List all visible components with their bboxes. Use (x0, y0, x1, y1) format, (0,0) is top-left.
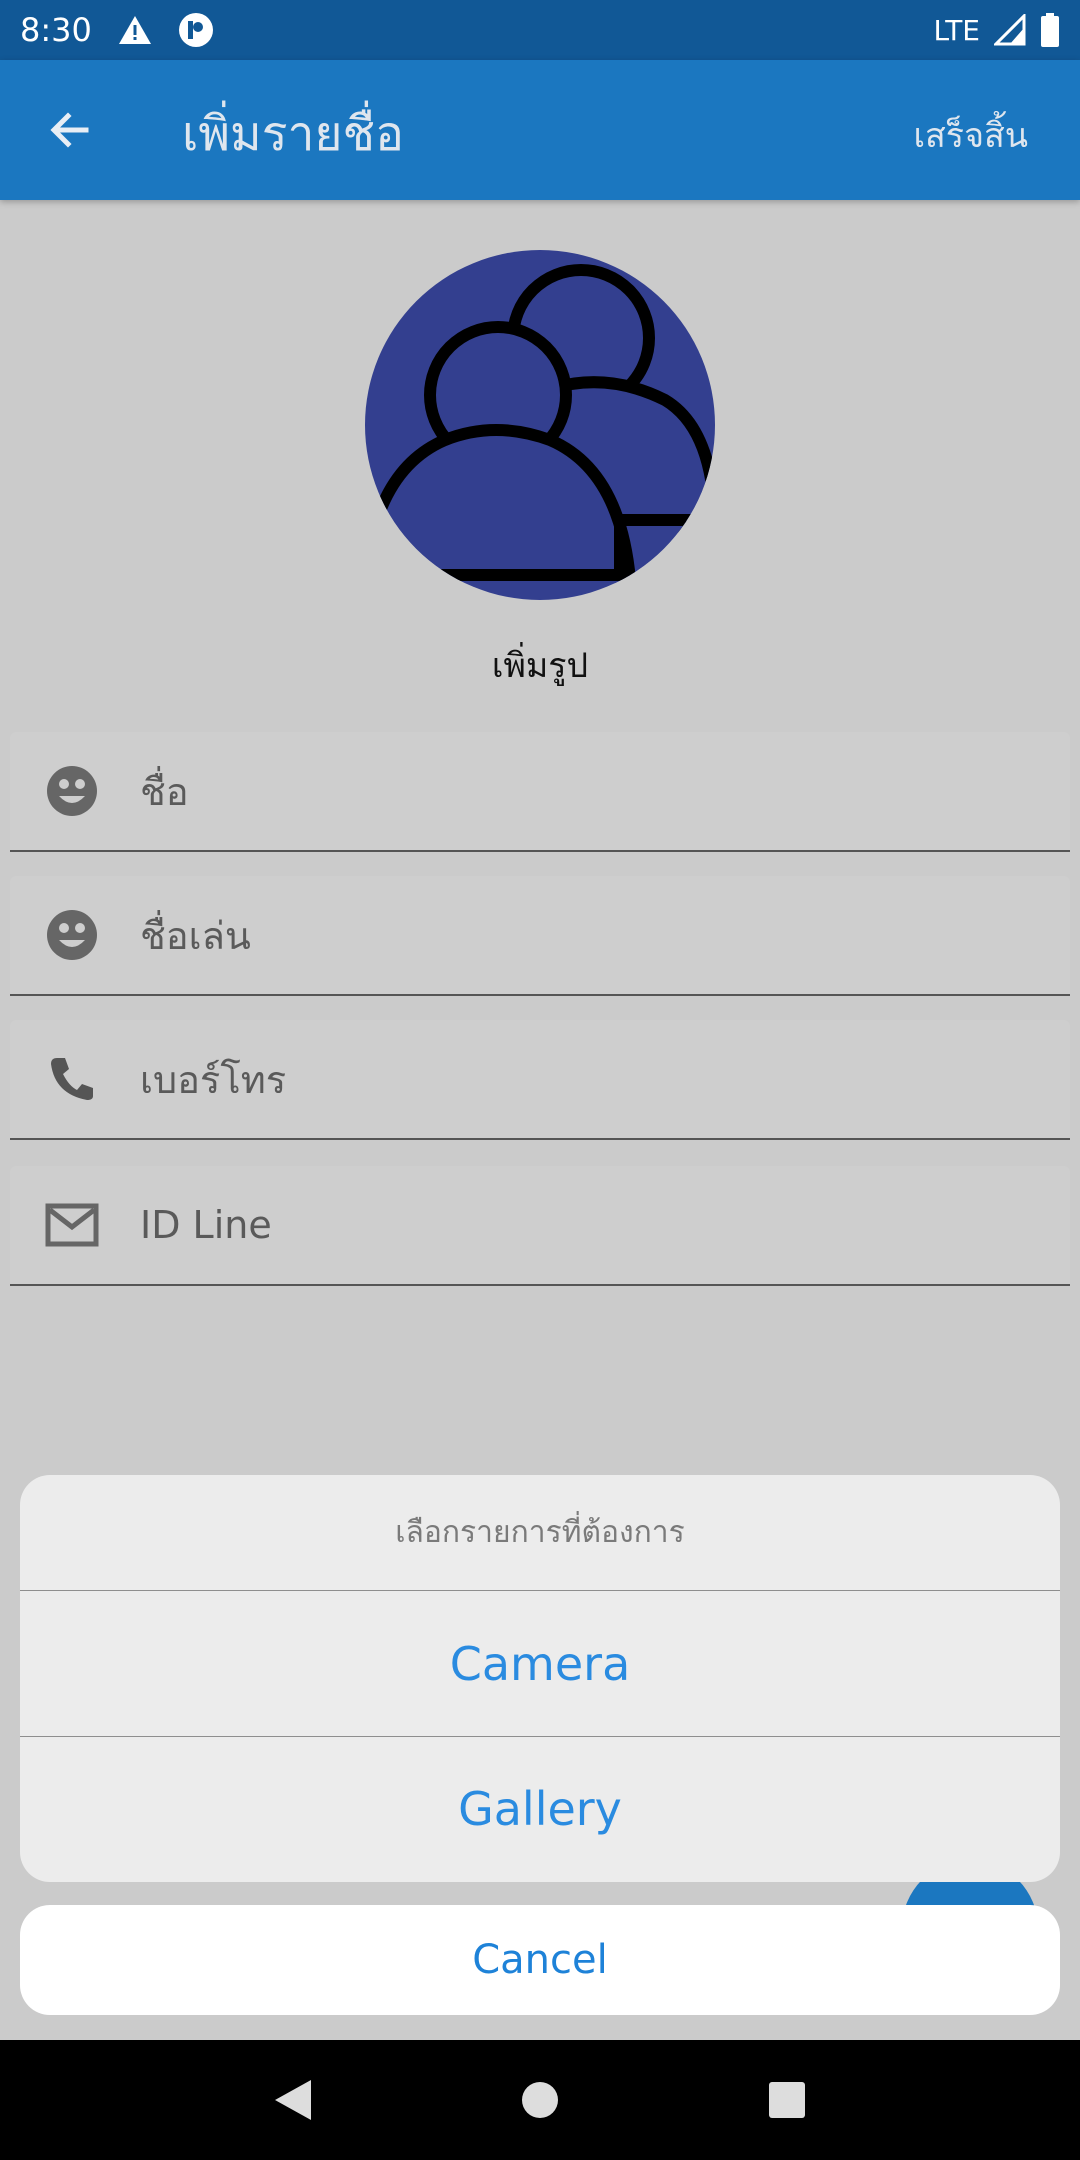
nickname-input-placeholder: ชื่อเล่น (140, 913, 251, 958)
name-field[interactable]: ชื่อ (10, 732, 1070, 852)
nav-home-button[interactable] (510, 2070, 570, 2130)
nav-recents-button[interactable] (757, 2070, 817, 2130)
people-icon (365, 264, 715, 600)
back-arrow-icon (50, 112, 89, 148)
nav-back-icon (275, 2080, 312, 2120)
status-bar: 8:30 LTE (0, 0, 1080, 60)
face-icon (42, 761, 102, 821)
screen: 8:30 LTE เพิ่มรายชื่อ เสร็จสิ้น เพิ่มรูป… (0, 0, 1080, 2160)
nav-back-button[interactable] (263, 2070, 323, 2130)
phone-field[interactable]: เบอร์โทร (10, 1020, 1070, 1140)
action-sheet-title: เลือกรายการที่ต้องการ (20, 1475, 1060, 1591)
status-time: 8:30 (20, 11, 92, 49)
done-button[interactable]: เสร็จสิ้น (913, 108, 1028, 162)
face-icon (42, 905, 102, 965)
signal-icon (994, 14, 1026, 46)
navigation-bar (0, 2040, 1080, 2160)
line-id-input-placeholder: ID Line (140, 1203, 272, 1247)
action-sheet: เลือกรายการที่ต้องการ Camera Gallery (20, 1475, 1060, 1882)
camera-option[interactable]: Camera (20, 1591, 1060, 1736)
phone-icon (42, 1049, 102, 1109)
gallery-option[interactable]: Gallery (20, 1736, 1060, 1881)
network-type: LTE (933, 13, 980, 47)
back-button[interactable] (40, 100, 100, 160)
avatar-picker[interactable] (365, 250, 715, 600)
nickname-field[interactable]: ชื่อเล่น (10, 876, 1070, 996)
phone-input-placeholder: เบอร์โทร (140, 1057, 287, 1102)
mail-icon (42, 1195, 102, 1255)
app-notification-icon (178, 12, 214, 48)
add-photo-label[interactable]: เพิ่มรูป (0, 638, 1080, 692)
cancel-button[interactable]: Cancel (20, 1905, 1060, 2015)
warning-icon (118, 15, 152, 45)
line-id-field[interactable]: ID Line (10, 1166, 1070, 1286)
name-input-placeholder: ชื่อ (140, 769, 189, 814)
nav-home-icon (521, 2082, 558, 2118)
battery-icon (1040, 13, 1060, 47)
app-bar: เพิ่มรายชื่อ เสร็จสิ้น (0, 60, 1080, 200)
page-title: เพิ่มรายชื่อ (182, 106, 404, 162)
nav-recents-icon (768, 2082, 805, 2118)
